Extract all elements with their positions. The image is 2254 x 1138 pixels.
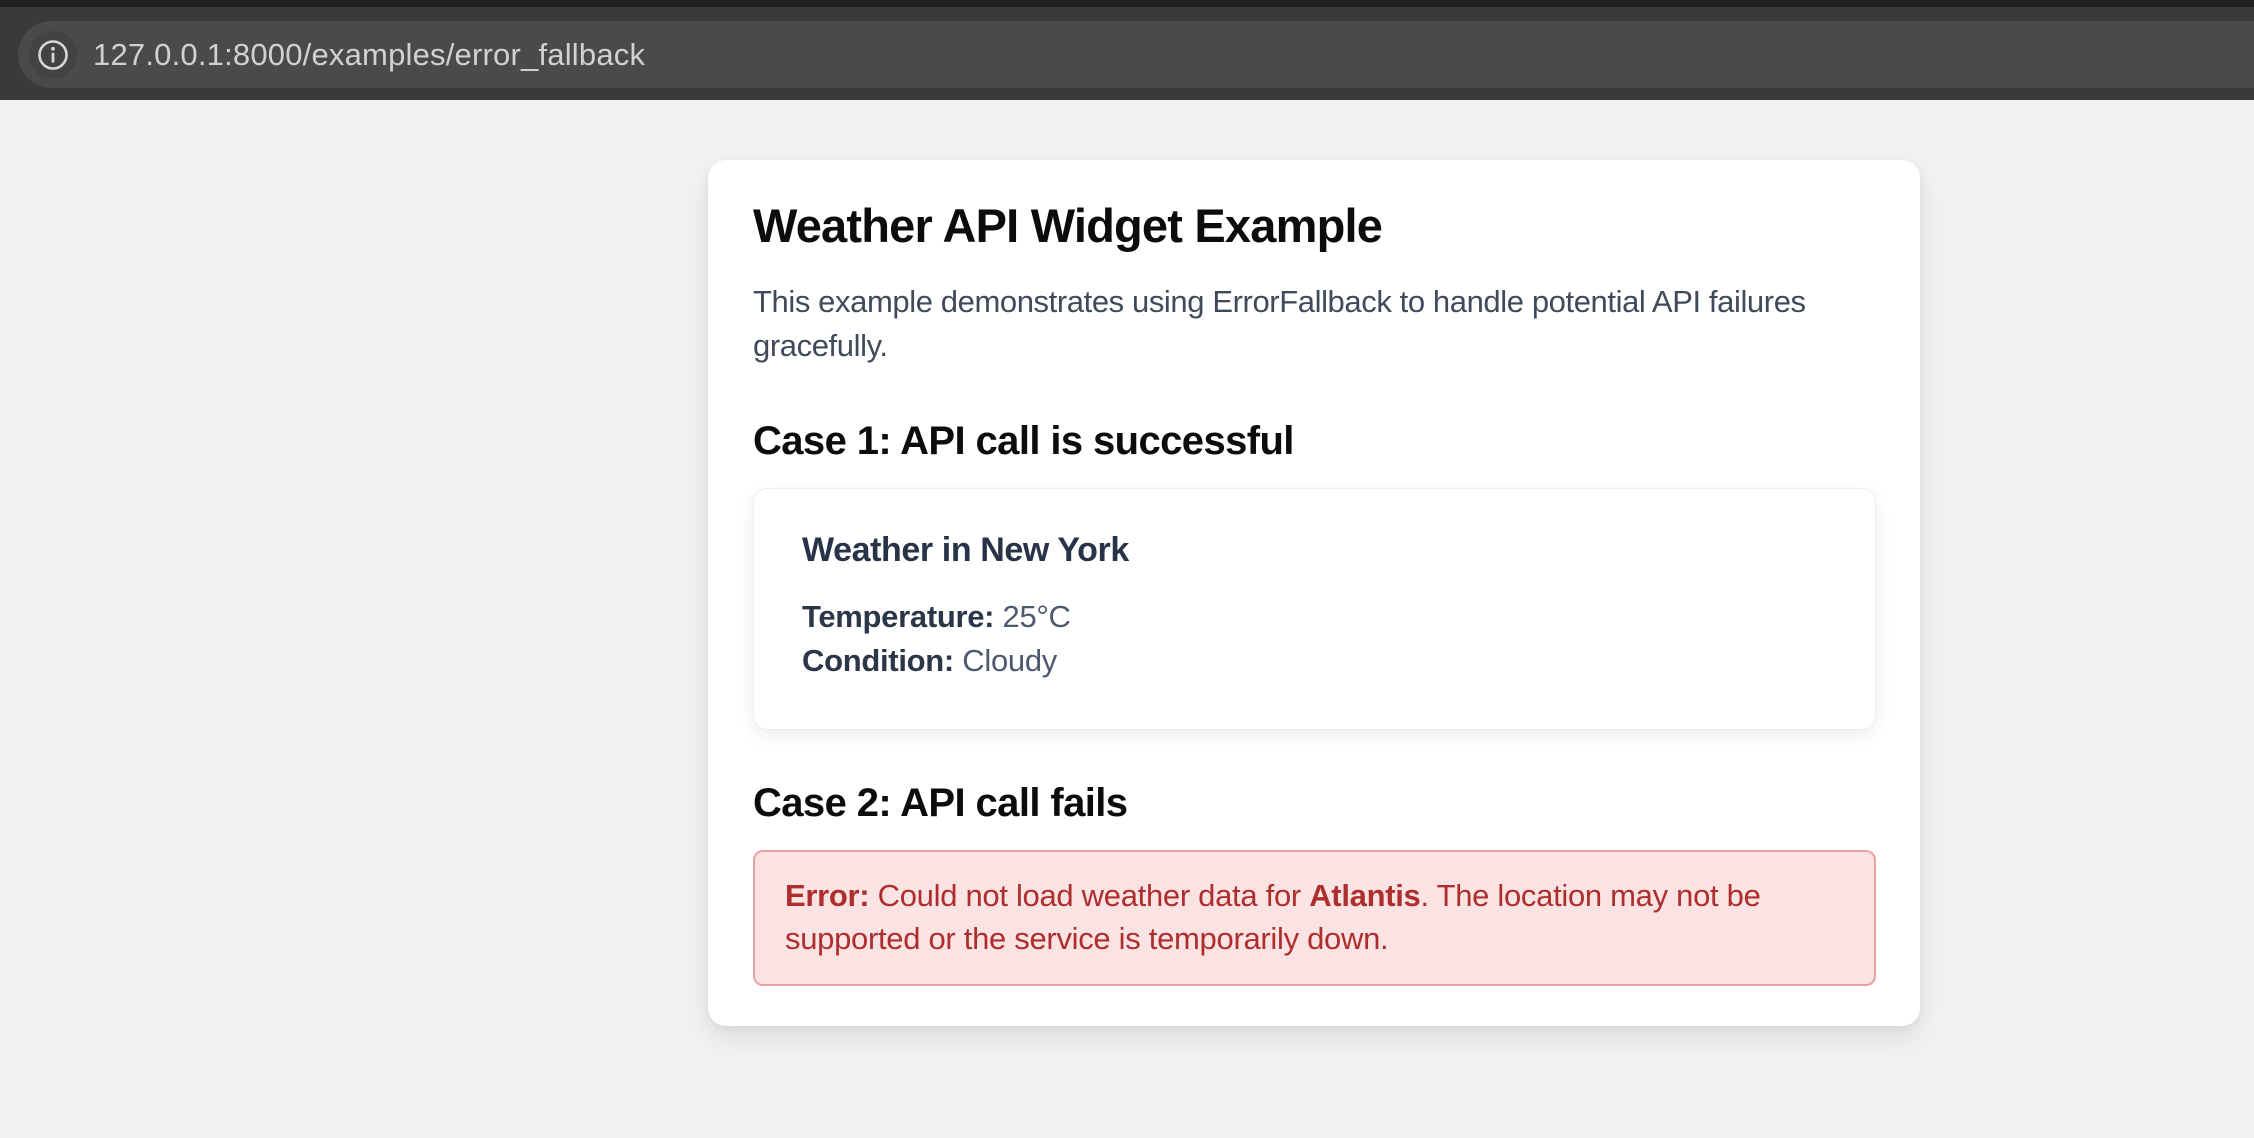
weather-widget-rows: Temperature: 25°C Condition: Cloudy <box>802 595 1835 683</box>
error-location: Atlantis <box>1309 878 1420 913</box>
weather-widget-card: Weather in New York Temperature: 25°C Co… <box>753 488 1876 730</box>
condition-row: Condition: Cloudy <box>802 639 1835 683</box>
page-title: Weather API Widget Example <box>753 198 1876 254</box>
error-alert: Error: Could not load weather data for A… <box>753 850 1876 986</box>
temperature-value: 25°C <box>1003 599 1071 634</box>
case1-heading: Case 1: API call is successful <box>753 416 1876 466</box>
error-text-1: Could not load weather data for <box>869 878 1309 913</box>
window-top-strip <box>0 0 2254 7</box>
case2-heading: Case 2: API call fails <box>753 778 1876 828</box>
error-label: Error: <box>785 878 869 913</box>
info-icon <box>36 38 70 72</box>
condition-value: Cloudy <box>962 643 1057 678</box>
address-bar[interactable]: 127.0.0.1:8000/examples/error_fallback <box>18 21 2254 88</box>
browser-topbar: 127.0.0.1:8000/examples/error_fallback <box>0 0 2254 100</box>
page-description: This example demonstrates using ErrorFal… <box>753 280 1876 368</box>
condition-label: Condition: <box>802 643 954 678</box>
url-input[interactable]: 127.0.0.1:8000/examples/error_fallback <box>93 37 645 73</box>
weather-widget-title: Weather in New York <box>802 529 1835 571</box>
example-card: Weather API Widget Example This example … <box>708 160 1920 1026</box>
page-background: Weather API Widget Example This example … <box>0 100 2254 1138</box>
site-info-button[interactable] <box>29 31 77 79</box>
temperature-row: Temperature: 25°C <box>802 595 1835 639</box>
temperature-label: Temperature: <box>802 599 994 634</box>
